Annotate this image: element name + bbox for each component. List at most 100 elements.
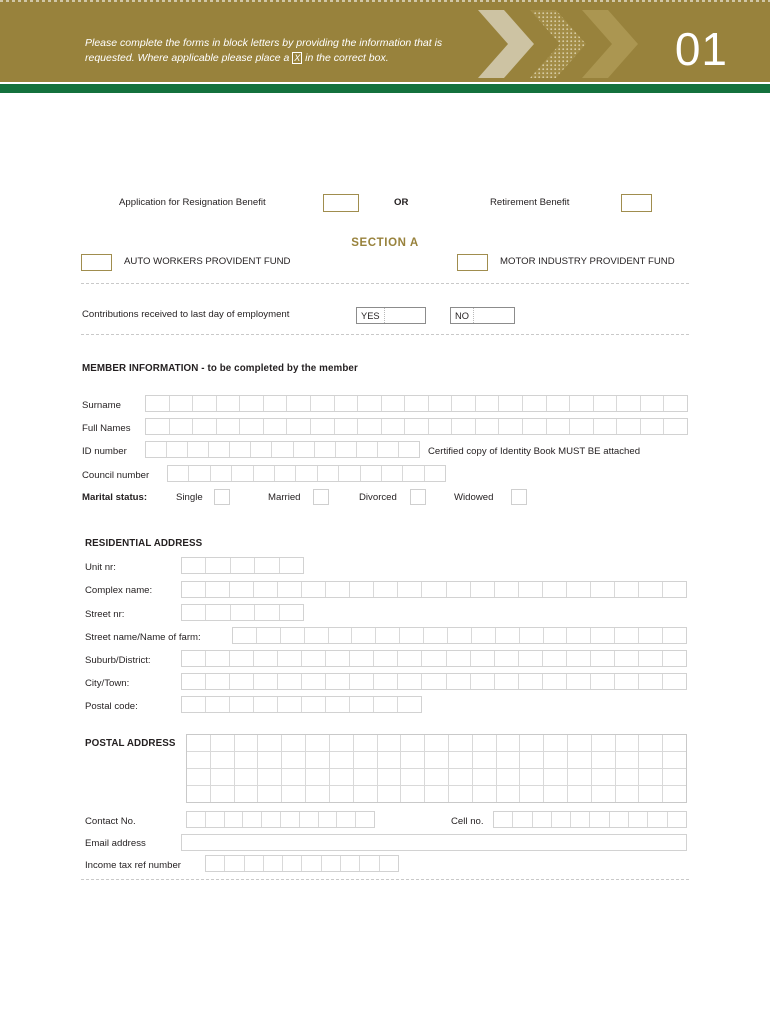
comb-cell[interactable] (296, 466, 318, 481)
postal-address-cell[interactable] (592, 786, 616, 802)
postal-address-cell[interactable] (211, 786, 235, 802)
comb-cell[interactable] (356, 812, 374, 827)
postal-address-cell[interactable] (425, 786, 449, 802)
comb-cell[interactable] (254, 674, 279, 689)
comb-cell[interactable] (146, 442, 168, 457)
comb-cell[interactable] (617, 419, 641, 434)
postal-address-cell[interactable] (187, 786, 211, 802)
comb-cell[interactable] (358, 396, 382, 411)
postal-address-cell[interactable] (449, 752, 473, 768)
comb-cell[interactable] (350, 697, 374, 712)
comb-cell[interactable] (447, 651, 471, 666)
comb-cell[interactable] (429, 419, 453, 434)
comb-cell[interactable] (591, 674, 615, 689)
comb-cell[interactable] (499, 396, 523, 411)
postal-address-cell[interactable] (306, 786, 330, 802)
retirement-benefit-checkbox[interactable] (621, 194, 652, 212)
postal-address-cell[interactable] (592, 752, 616, 768)
comb-cell[interactable] (382, 396, 406, 411)
comb-cell[interactable] (182, 558, 207, 573)
comb-cell[interactable] (206, 856, 226, 871)
postal-address-cell[interactable] (187, 752, 211, 768)
comb-cell[interactable] (336, 442, 357, 457)
comb-cell[interactable] (617, 396, 641, 411)
postal-address-cell[interactable] (211, 752, 235, 768)
comb-cell[interactable] (257, 628, 281, 643)
comb-cell[interactable] (499, 419, 523, 434)
comb-cell[interactable] (278, 697, 302, 712)
postal-address-cell[interactable] (544, 735, 568, 751)
postal-address-cell[interactable] (330, 735, 354, 751)
comb-cell[interactable] (374, 674, 399, 689)
comb-cell[interactable] (182, 697, 206, 712)
comb-cell[interactable] (341, 856, 361, 871)
comb-cell[interactable] (664, 396, 687, 411)
comb-cell[interactable] (639, 674, 663, 689)
comb-cell[interactable] (264, 419, 288, 434)
comb-cell[interactable] (254, 651, 279, 666)
marital-divorced-checkbox[interactable] (410, 489, 426, 505)
comb-cell[interactable] (339, 466, 361, 481)
comb-cell[interactable] (233, 628, 257, 643)
comb-cell[interactable] (552, 812, 572, 827)
comb-cell[interactable] (230, 582, 255, 597)
postal-address-cell[interactable] (282, 752, 307, 768)
comb-cell[interactable] (225, 812, 244, 827)
postal-address-cell[interactable] (520, 735, 545, 751)
comb-cell[interactable] (519, 674, 543, 689)
comb-cell[interactable] (615, 628, 640, 643)
postal-address-row[interactable] (187, 752, 686, 769)
comb-cell[interactable] (520, 628, 544, 643)
postal-address-cell[interactable] (639, 735, 664, 751)
comb-cell[interactable] (663, 674, 686, 689)
postal-address-cell[interactable] (449, 769, 473, 785)
comb-cell[interactable] (543, 651, 567, 666)
comb-cell[interactable] (322, 856, 342, 871)
comb-cell[interactable] (182, 651, 207, 666)
postal-address-cell[interactable] (258, 735, 283, 751)
comb-cell[interactable] (337, 812, 357, 827)
postal-address-cell[interactable] (616, 752, 640, 768)
comb-cell[interactable] (206, 674, 231, 689)
comb-cell[interactable] (182, 674, 207, 689)
comb-cell[interactable] (275, 466, 297, 481)
postal-address-cell[interactable] (663, 752, 686, 768)
comb-cell[interactable] (405, 419, 429, 434)
comb-cell[interactable] (206, 651, 231, 666)
contributions-no-input[interactable] (474, 308, 514, 323)
postal-address-cell[interactable] (544, 786, 568, 802)
comb-cell[interactable] (206, 558, 231, 573)
comb-cell[interactable] (639, 628, 664, 643)
comb-cell[interactable] (476, 396, 500, 411)
marital-widowed-checkbox[interactable] (511, 489, 527, 505)
city-input[interactable] (181, 673, 687, 690)
comb-cell[interactable] (496, 628, 520, 643)
comb-cell[interactable] (357, 442, 378, 457)
income-tax-input[interactable] (205, 855, 399, 872)
postal-address-cell[interactable] (425, 769, 449, 785)
comb-cell[interactable] (398, 697, 421, 712)
comb-cell[interactable] (447, 674, 471, 689)
postal-address-cell[interactable] (330, 769, 354, 785)
postal-address-cell[interactable] (378, 735, 402, 751)
postal-address-cell[interactable] (282, 786, 307, 802)
postal-address-cell[interactable] (306, 735, 330, 751)
postal-address-cell[interactable] (520, 769, 545, 785)
comb-cell[interactable] (335, 396, 359, 411)
postal-address-cell[interactable] (401, 769, 426, 785)
suburb-input[interactable] (181, 650, 687, 667)
comb-cell[interactable] (495, 651, 519, 666)
comb-cell[interactable] (495, 674, 519, 689)
postal-address-cell[interactable] (187, 769, 211, 785)
comb-cell[interactable] (262, 812, 281, 827)
comb-cell[interactable] (280, 558, 303, 573)
comb-cell[interactable] (193, 396, 217, 411)
comb-cell[interactable] (326, 582, 351, 597)
comb-cell[interactable] (283, 856, 303, 871)
email-address-input[interactable] (181, 834, 687, 851)
postal-address-cell[interactable] (497, 769, 521, 785)
postal-address-cell[interactable] (544, 752, 568, 768)
comb-cell[interactable] (326, 697, 350, 712)
comb-cell[interactable] (567, 674, 591, 689)
comb-cell[interactable] (422, 651, 447, 666)
